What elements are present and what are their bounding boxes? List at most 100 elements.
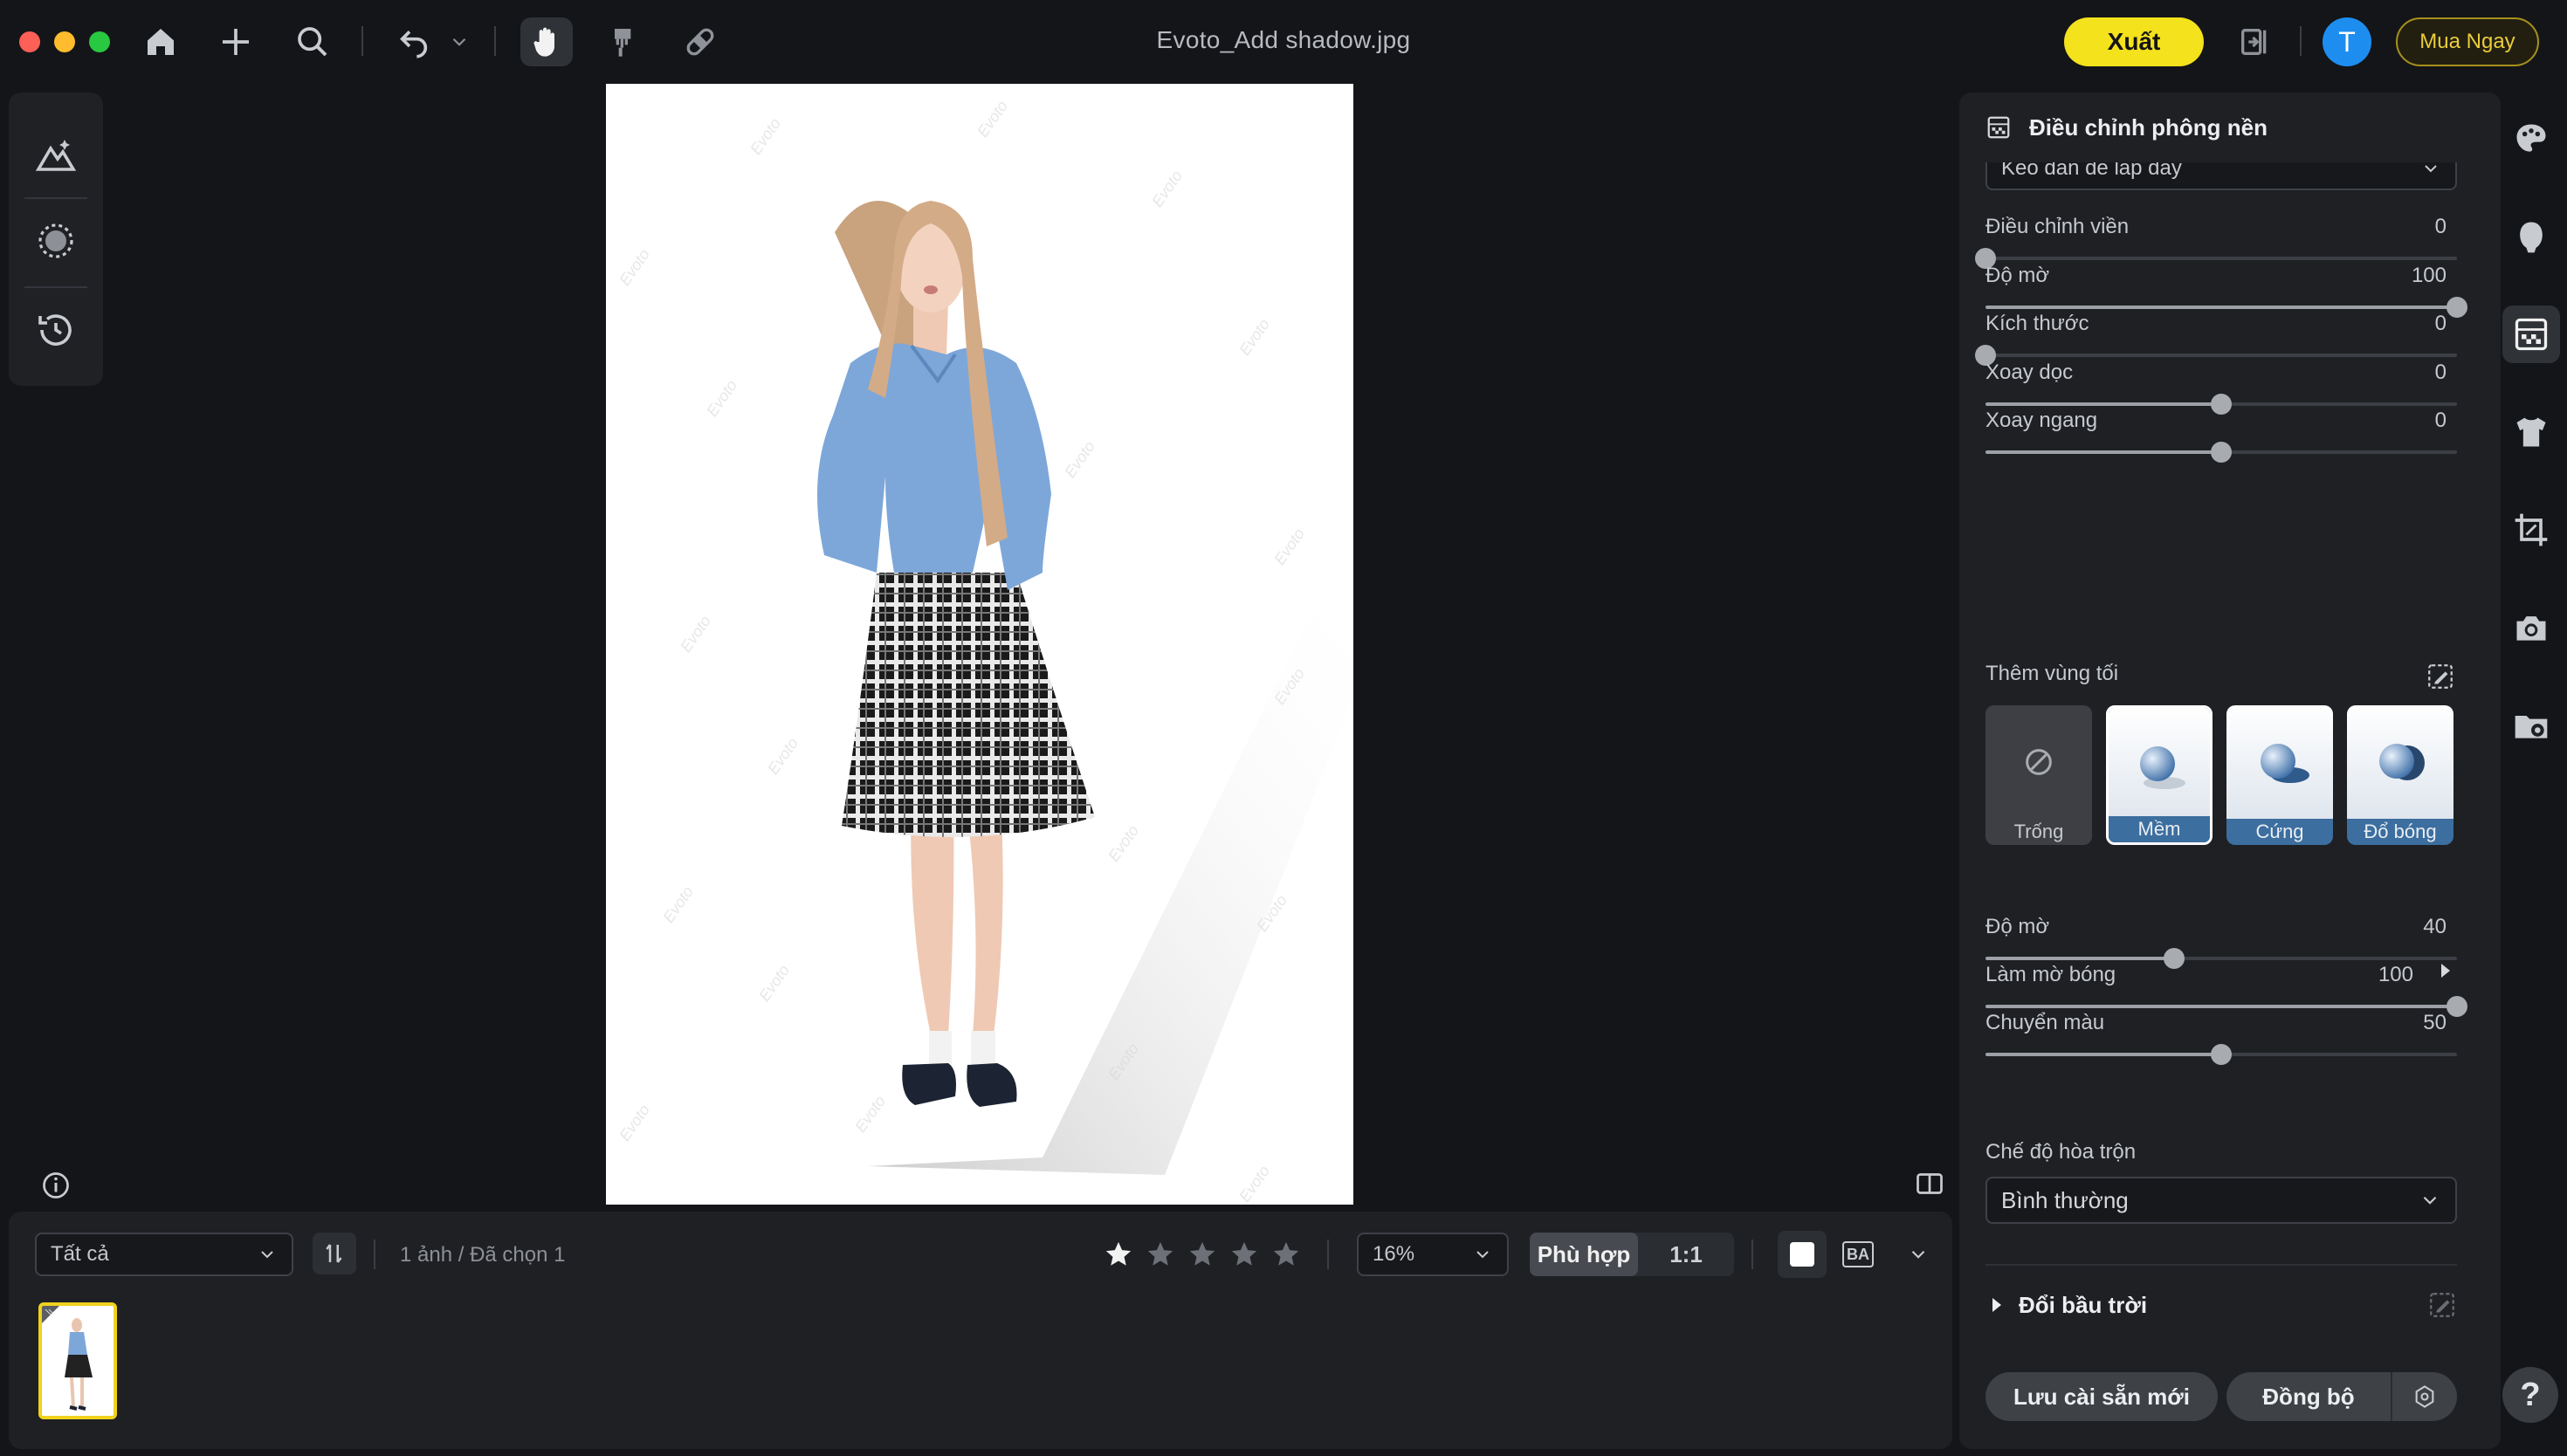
slider-thumb[interactable]	[2211, 442, 2232, 463]
background-adjust-icon[interactable]	[2502, 306, 2560, 363]
shadow-option-label: Đổ bóng	[2347, 819, 2453, 845]
left-tool-strip	[9, 93, 103, 386]
slider-track[interactable]	[1975, 248, 2457, 269]
toolbar-divider	[361, 26, 363, 56]
slider-fill	[1985, 957, 2174, 960]
help-button[interactable]: ?	[2502, 1367, 2558, 1423]
minimize-window-button[interactable]	[54, 31, 75, 52]
slider-value[interactable]: 0	[2435, 215, 2447, 239]
slider-fill	[1985, 450, 2221, 454]
sort-button[interactable]	[313, 1233, 356, 1274]
bandage-heal-icon[interactable]	[674, 17, 726, 66]
rating-star-icon[interactable]	[1146, 1240, 1175, 1269]
rating-star-icon[interactable]	[1187, 1240, 1217, 1269]
home-icon[interactable]	[134, 17, 187, 66]
sort-icon	[326, 1244, 342, 1263]
slider-value[interactable]: 0	[2435, 361, 2447, 385]
buy-now-button[interactable]: Mua Ngay	[2396, 17, 2539, 66]
settings-gear-icon	[2415, 1385, 2434, 1408]
shadow-option-label: Cứng	[2226, 819, 2333, 845]
sky-replace-section[interactable]: Đổi bầu trời	[1985, 1283, 2457, 1327]
slider-thumb[interactable]	[2447, 996, 2467, 1017]
search-icon[interactable]	[286, 17, 339, 66]
blend-mode-select[interactable]: Bình thường	[1985, 1177, 2457, 1224]
slider-value[interactable]: 100	[2412, 264, 2447, 288]
undo-history-chevron-icon[interactable]	[442, 17, 477, 66]
edit-brush-icon[interactable]	[2427, 1290, 2457, 1320]
shadow-section-label: Thêm vùng tối	[1985, 662, 2119, 685]
slider-thumb[interactable]	[2211, 394, 2232, 415]
one-to-one-button[interactable]: 1:1	[1638, 1233, 1734, 1276]
info-icon[interactable]	[40, 1170, 72, 1201]
shadow-option-drop[interactable]: Đổ bóng	[2347, 705, 2453, 845]
slider-value[interactable]: 0	[2435, 312, 2447, 336]
slider-label: Điều chỉnh viền	[1985, 215, 2130, 238]
image-count-label: 1 ảnh / Đã chọn 1	[400, 1243, 566, 1267]
add-icon[interactable]	[210, 17, 262, 66]
before-after-button[interactable]: BA	[1842, 1231, 1930, 1278]
zoom-dropdown[interactable]: 16%	[1357, 1233, 1509, 1276]
slider-fill	[1985, 306, 2457, 309]
none-icon	[2026, 749, 2052, 775]
expand-arrow-icon[interactable]	[2434, 960, 2455, 981]
export-button[interactable]: Xuất	[2064, 17, 2204, 66]
ai-landscape-icon[interactable]	[28, 127, 84, 183]
panel-title: Điều chỉnh phông nền	[2029, 113, 2268, 141]
slider-value[interactable]: 100	[2378, 963, 2413, 987]
slider-track[interactable]	[1975, 345, 2457, 366]
background-color-button[interactable]	[1778, 1231, 1827, 1278]
slider-track[interactable]	[1985, 394, 2457, 415]
slider-track[interactable]	[1985, 996, 2467, 1017]
hand-tool-icon[interactable]	[520, 17, 573, 66]
rating-star-icon[interactable]	[1229, 1240, 1259, 1269]
close-window-button[interactable]	[19, 31, 40, 52]
clothing-icon[interactable]	[2502, 403, 2560, 461]
slider-value[interactable]: 0	[2435, 409, 2447, 433]
filmstrip-panel: Tất cả 1 ảnh / Đã chọn 1 16% Phù hợp 1:1…	[9, 1212, 1952, 1449]
texture-circle-icon[interactable]	[28, 213, 84, 269]
slider-track[interactable]	[1985, 948, 2457, 969]
slider-value[interactable]: 40	[2423, 915, 2447, 939]
photo-canvas[interactable]: Evoto Evoto Evoto Evoto Evoto Evoto Evot…	[606, 84, 1353, 1205]
shadow-option-hard[interactable]: Cứng	[2226, 705, 2333, 845]
chevron-down-icon	[1476, 1251, 1489, 1259]
fit-button[interactable]: Phù hợp	[1530, 1233, 1638, 1276]
slider-thumb[interactable]	[2211, 1044, 2232, 1065]
face-retouch-icon[interactable]	[2502, 208, 2560, 265]
slider-thumb[interactable]	[2447, 297, 2467, 318]
image-thumbnail[interactable]	[38, 1302, 117, 1419]
brush-hand-icon[interactable]	[597, 17, 650, 66]
crop-icon[interactable]	[2502, 501, 2560, 559]
slider-track[interactable]	[1985, 297, 2467, 318]
panel-header: Điều chỉnh phông nền	[1959, 93, 2501, 162]
save-preset-button[interactable]: Lưu cài sẵn mới	[1985, 1372, 2218, 1421]
shadow-option-none[interactable]: Trống	[1985, 705, 2092, 845]
filter-dropdown[interactable]: Tất cả	[35, 1233, 293, 1276]
slider-value[interactable]: 50	[2423, 1011, 2447, 1035]
undo-icon[interactable]	[388, 17, 440, 66]
rating-star-icon[interactable]	[1104, 1240, 1133, 1269]
slider-track[interactable]	[1985, 442, 2457, 463]
filter-value: Tất cả	[51, 1242, 109, 1266]
slider-fill	[1985, 1005, 2457, 1008]
slider-track[interactable]	[1985, 1044, 2457, 1065]
slider-thumb[interactable]	[2164, 948, 2185, 969]
title-bar: Evoto_Add shadow.jpg Xuất T Mua Ngay	[0, 0, 2567, 84]
chevron-down-icon	[2423, 1196, 2437, 1205]
sync-settings-button[interactable]	[2392, 1372, 2457, 1421]
slider-label: Kích thước	[1985, 312, 2089, 335]
history-icon[interactable]	[28, 302, 84, 358]
zoom-window-button[interactable]	[89, 31, 110, 52]
compare-view-icon[interactable]	[1914, 1168, 1945, 1199]
shadow-option-soft[interactable]: Mềm	[2106, 705, 2213, 845]
edit-brush-icon[interactable]	[2426, 662, 2455, 691]
camera-icon[interactable]	[2502, 599, 2560, 656]
slider-label: Xoay dọc	[1985, 361, 2074, 384]
palette-icon[interactable]	[2502, 110, 2560, 168]
rating-star-icon[interactable]	[1271, 1240, 1301, 1269]
avatar[interactable]: T	[2323, 17, 2371, 66]
folder-view-icon[interactable]	[2502, 697, 2560, 754]
slider-label: Xoay ngang	[1985, 409, 2098, 432]
export-queue-icon[interactable]	[2228, 17, 2281, 66]
sync-button[interactable]: Đồng bộ	[2226, 1372, 2392, 1421]
